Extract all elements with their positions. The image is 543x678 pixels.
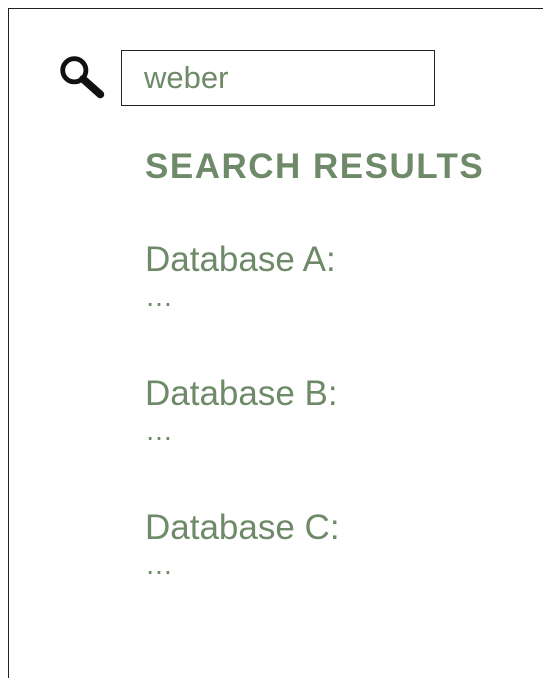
result-group-label: Database A: <box>145 240 336 279</box>
search-bar <box>55 51 121 107</box>
result-group-label: Database B: <box>145 374 338 413</box>
search-panel: SEARCH RESULTS Database A: … Database B:… <box>8 8 543 678</box>
search-input[interactable] <box>122 51 434 105</box>
search-icon[interactable] <box>55 54 111 104</box>
result-group-database-c: Database C: … <box>145 507 340 579</box>
result-group-content: … <box>145 281 177 312</box>
result-group-label: Database C: <box>145 508 340 547</box>
result-group-database-a: Database A: … <box>145 239 336 311</box>
result-group-content: … <box>145 415 177 446</box>
result-group-database-b: Database B: … <box>145 373 338 445</box>
search-results-title: SEARCH RESULTS <box>145 147 485 186</box>
result-group-content: … <box>145 549 177 580</box>
search-field[interactable] <box>121 50 435 106</box>
